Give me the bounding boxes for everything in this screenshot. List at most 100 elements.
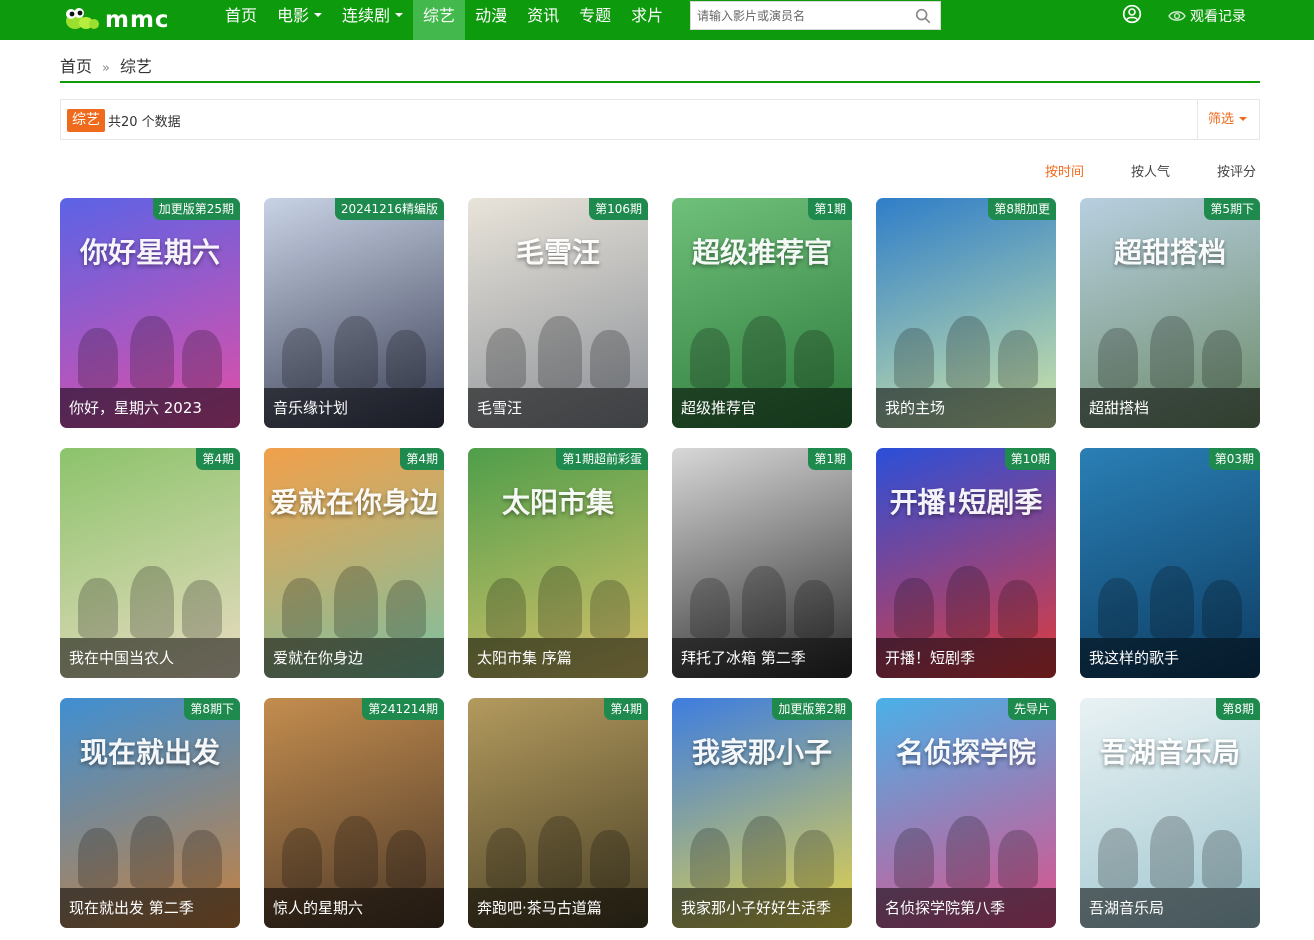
- poster-figure: [282, 828, 322, 888]
- video-card[interactable]: 超甜搭档 第5期下 超甜搭档: [1080, 198, 1260, 428]
- video-card[interactable]: 第1期 拜托了冰箱 第二季: [672, 448, 852, 678]
- poster-figure: [182, 830, 222, 888]
- video-title[interactable]: 现在就出发 第二季: [60, 888, 240, 928]
- video-card[interactable]: 20241216精编版 音乐缘计划: [264, 198, 444, 428]
- nav-item-4[interactable]: 动漫: [465, 0, 517, 40]
- video-title[interactable]: 吾湖音乐局: [1080, 888, 1260, 928]
- video-card[interactable]: 超级推荐官 第1期超级推荐官: [672, 198, 852, 428]
- video-card[interactable]: 名侦探学院 先导片 名侦探学院第八季: [876, 698, 1056, 928]
- sort-by-time[interactable]: 按时间: [1045, 161, 1084, 180]
- poster-figure: [334, 566, 378, 638]
- episode-badge: 第1期超前彩蛋: [556, 448, 648, 470]
- poster-title-art: 超级推荐官: [691, 236, 832, 269]
- nav-item-label: 资讯: [527, 6, 560, 25]
- watch-history-label: 观看记录: [1190, 9, 1246, 25]
- video-card[interactable]: 第8期加更 我的主场: [876, 198, 1056, 428]
- video-card[interactable]: 现在就出发 第8期下 现在就出发 第二季: [60, 698, 240, 928]
- video-card[interactable]: 吾湖音乐局 第8期 吾湖音乐局: [1080, 698, 1260, 928]
- video-title[interactable]: 太阳市集 序篇: [468, 638, 648, 678]
- video-title[interactable]: 名侦探学院第八季: [876, 888, 1056, 928]
- poster-figure: [386, 580, 426, 638]
- video-card[interactable]: 开播!短剧季 第10期 开播！短剧季: [876, 448, 1056, 678]
- video-title[interactable]: 我的主场: [876, 388, 1056, 428]
- video-title[interactable]: 音乐缘计划: [264, 388, 444, 428]
- video-card[interactable]: 我家那小子 加更版第2期 我家那小子好好生活季: [672, 698, 852, 928]
- poster-figure: [742, 566, 786, 638]
- filter-button[interactable]: 筛选: [1197, 100, 1259, 139]
- filter-label: 筛选: [1208, 112, 1235, 127]
- user-icon[interactable]: [1122, 4, 1142, 24]
- video-card[interactable]: 第03期我这样的歌手: [1080, 448, 1260, 678]
- video-card[interactable]: 第4期 奔跑吧·茶马古道篇: [468, 698, 648, 928]
- nav-item-5[interactable]: 资讯: [517, 0, 569, 40]
- breadcrumb-home[interactable]: 首页: [60, 57, 92, 76]
- filter-bar: 综艺 共20 个数据 筛选: [60, 99, 1260, 140]
- video-title[interactable]: 你好，星期六 2023: [60, 388, 240, 428]
- breadcrumb-current[interactable]: 综艺: [120, 57, 152, 76]
- video-title[interactable]: 拜托了冰箱 第二季: [672, 638, 852, 678]
- video-card[interactable]: 爱就在你身边 第4期爱就在你身边: [264, 448, 444, 678]
- search-icon[interactable]: [914, 7, 932, 25]
- poster-figure: [590, 330, 630, 388]
- video-title[interactable]: 我家那小子好好生活季: [672, 888, 852, 928]
- main-nav: 首页 电影 连续剧 综艺 动漫 资讯 专题 求片: [215, 0, 673, 40]
- video-title[interactable]: 爱就在你身边: [264, 638, 444, 678]
- poster-figure: [282, 328, 322, 388]
- video-card[interactable]: 毛雪汪 第106期 毛雪汪: [468, 198, 648, 428]
- category-badge: 综艺: [67, 109, 105, 132]
- video-title[interactable]: 超级推荐官: [672, 388, 852, 428]
- poster-figure: [690, 828, 730, 888]
- nav-item-2[interactable]: 连续剧: [332, 0, 413, 40]
- episode-badge: 第4期: [400, 448, 444, 470]
- video-title[interactable]: 我在中国当农人: [60, 638, 240, 678]
- sort-by-popularity[interactable]: 按人气: [1131, 161, 1170, 180]
- poster-title-art: 开播!短剧季: [889, 486, 1043, 519]
- poster-figure: [1098, 578, 1138, 638]
- nav-item-3[interactable]: 综艺: [413, 0, 466, 40]
- poster-figure: [386, 330, 426, 388]
- video-title[interactable]: 毛雪汪: [468, 388, 648, 428]
- poster-figure: [78, 328, 118, 388]
- chevron-down-icon: [395, 13, 404, 17]
- video-title[interactable]: 奔跑吧·茶马古道篇: [468, 888, 648, 928]
- watch-history-button[interactable]: 观看记录: [1168, 6, 1246, 26]
- nav-item-6[interactable]: 专题: [569, 0, 621, 40]
- poster-figure: [690, 578, 730, 638]
- sort-by-rating[interactable]: 按评分: [1217, 161, 1256, 180]
- video-title[interactable]: 开播！短剧季: [876, 638, 1056, 678]
- chevron-down-icon: [314, 13, 323, 17]
- poster-figure: [78, 578, 118, 638]
- video-card[interactable]: 第241214期 惊人的星期六: [264, 698, 444, 928]
- search-input[interactable]: [691, 2, 906, 29]
- episode-badge: 第1期: [808, 198, 852, 220]
- poster-figure: [946, 816, 990, 888]
- nav-item-label: 首页: [225, 6, 258, 25]
- episode-badge: 先导片: [1007, 698, 1056, 720]
- episode-badge: 第03期: [1208, 448, 1260, 470]
- nav-item-7[interactable]: 求片: [621, 0, 673, 40]
- video-card[interactable]: 太阳市集 第1期超前彩蛋 太阳市集 序篇: [468, 448, 648, 678]
- nav-item-1[interactable]: 电影: [267, 0, 332, 40]
- video-title[interactable]: 惊人的星期六: [264, 888, 444, 928]
- poster-figure: [130, 566, 174, 638]
- poster-figure: [742, 816, 786, 888]
- nav-item-0[interactable]: 首页: [215, 0, 267, 40]
- poster-figure: [486, 328, 526, 388]
- poster-figure: [1150, 316, 1194, 388]
- poster-figure: [794, 830, 834, 888]
- site-logo[interactable]: mmc: [60, 2, 210, 36]
- poster-title-art: 爱就在你身边: [269, 486, 438, 519]
- video-title[interactable]: 我这样的歌手: [1080, 638, 1260, 678]
- poster-figure: [1150, 566, 1194, 638]
- poster-figure: [1150, 816, 1194, 888]
- episode-badge: 第8期: [1216, 698, 1260, 720]
- video-card[interactable]: 你好星期六 加更版第25期 你好，星期六 2023: [60, 198, 240, 428]
- poster-title-art: 超甜搭档: [1113, 236, 1226, 269]
- poster-title-art: 现在就出发: [79, 736, 220, 769]
- poster-figure: [538, 316, 582, 388]
- poster-title-art: 你好星期六: [79, 236, 220, 269]
- video-title[interactable]: 超甜搭档: [1080, 388, 1260, 428]
- poster-figure: [894, 828, 934, 888]
- poster-figure: [486, 578, 526, 638]
- video-card[interactable]: 第4期 我在中国当农人: [60, 448, 240, 678]
